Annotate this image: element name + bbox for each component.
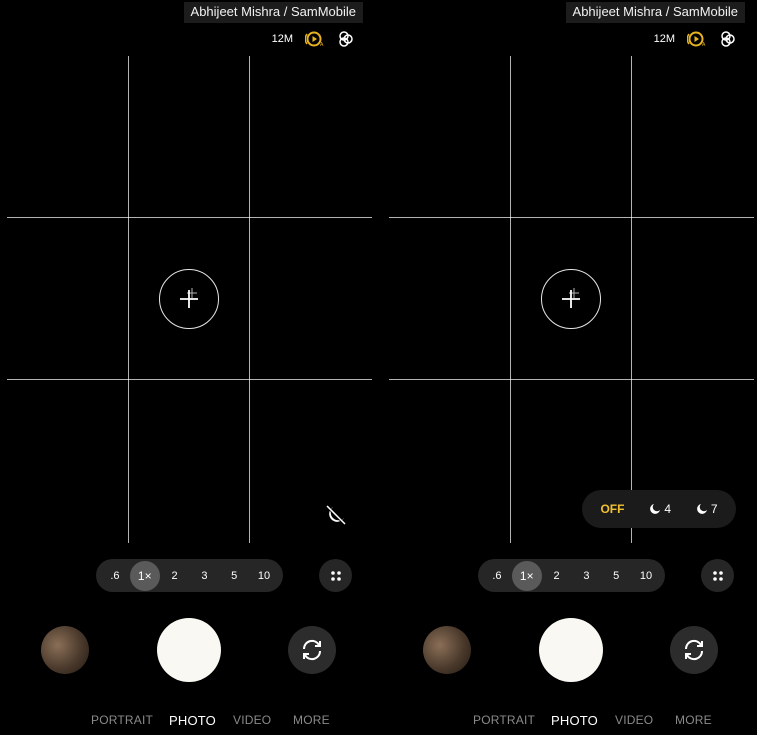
mode-video[interactable]: VIDEO [615,713,653,727]
mode-selector: PORTRAIT PHOTO VIDEO MORE [0,713,375,731]
four-dots-icon [330,570,341,581]
svg-text:A: A [702,42,706,48]
zoom-option[interactable]: 5 [219,563,249,589]
mode-selector: PORTRAIT PHOTO VIDEO MORE [382,713,757,731]
focus-ring[interactable] [541,269,601,329]
motion-photo-icon[interactable]: A [687,30,707,48]
zoom-option[interactable]: 3 [571,563,601,589]
zoom-option-selected[interactable]: 1× [129,560,160,591]
night-option-label: OFF [600,502,625,516]
four-dots-icon [712,570,723,581]
status-bar: 12M A [272,30,355,48]
switch-camera-button[interactable] [288,626,336,674]
zoom-option[interactable]: 2 [542,563,572,589]
switch-camera-icon [302,639,322,661]
filter-icon[interactable] [719,30,737,48]
mode-more[interactable]: MORE [675,713,712,727]
zoom-selector: .6 1× 2 3 5 10 [478,559,665,592]
zoom-option[interactable]: 2 [160,563,190,589]
zoom-option[interactable]: .6 [482,563,512,589]
mode-photo[interactable]: PHOTO [169,713,216,728]
grid-line [510,56,511,543]
zoom-option[interactable]: 3 [189,563,219,589]
zoom-option[interactable]: 10 [249,563,279,589]
resolution-setting[interactable]: 12M [272,33,293,45]
shutter-button[interactable] [539,618,603,682]
focus-crosshair-icon [180,288,198,308]
zoom-option-selected[interactable]: 1× [511,560,542,591]
grid-line [7,379,372,380]
moon-icon [650,504,661,514]
more-options-button[interactable] [319,559,352,592]
night-option-4[interactable]: 4 [649,502,671,516]
camera-screen-right: Abhijeet Mishra / SamMobile 12M A OFF 4 … [382,0,757,735]
camera-screen-left: Abhijeet Mishra / SamMobile 12M A .6 1× … [0,0,375,735]
mode-portrait[interactable]: PORTRAIT [473,713,535,727]
gallery-thumbnail[interactable] [423,626,471,674]
watermark: Abhijeet Mishra / SamMobile [565,2,745,23]
gallery-thumbnail[interactable] [41,626,89,674]
shutter-button[interactable] [157,618,221,682]
mode-video[interactable]: VIDEO [233,713,271,727]
resolution-setting[interactable]: 12M [654,33,675,45]
status-bar: 12M A [654,30,737,48]
zoom-option[interactable]: 10 [631,563,661,589]
focus-crosshair-icon [562,288,580,308]
night-option-7[interactable]: 7 [696,502,718,516]
grid-line [7,217,372,218]
zoom-option[interactable]: 5 [601,563,631,589]
night-mode-icon[interactable] [324,503,348,527]
night-option-off[interactable]: OFF [600,502,624,516]
switch-camera-icon [684,639,704,661]
watermark: Abhijeet Mishra / SamMobile [183,2,363,23]
grid-line [389,379,754,380]
more-options-button[interactable] [701,559,734,592]
zoom-option[interactable]: .6 [100,563,130,589]
grid-line [128,56,129,543]
focus-ring[interactable] [159,269,219,329]
grid-line [249,56,250,543]
moon-icon [697,504,707,514]
mode-more[interactable]: MORE [293,713,330,727]
zoom-selector: .6 1× 2 3 5 10 [96,559,283,592]
grid-line [631,56,632,543]
mode-photo[interactable]: PHOTO [551,713,598,728]
svg-text:A: A [320,42,324,48]
switch-camera-button[interactable] [670,626,718,674]
night-mode-panel: OFF 4 7 [582,490,736,528]
motion-photo-icon[interactable]: A [305,30,325,48]
filter-icon[interactable] [337,30,355,48]
night-option-label: 7 [710,502,718,516]
grid-line [389,217,754,218]
mode-portrait[interactable]: PORTRAIT [91,713,153,727]
night-option-label: 4 [664,502,671,516]
